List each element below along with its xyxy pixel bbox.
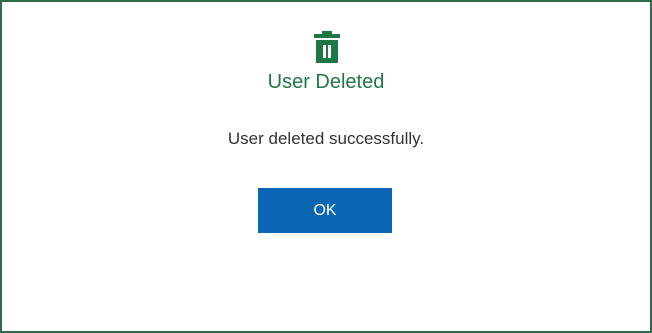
dialog-message: User deleted successfully. <box>227 129 425 148</box>
dialog-title: User Deleted <box>267 71 385 93</box>
trash-icon <box>313 30 341 64</box>
user-deleted-dialog: User Deleted User deleted successfully. … <box>0 0 652 333</box>
ok-button[interactable]: OK <box>258 188 392 233</box>
